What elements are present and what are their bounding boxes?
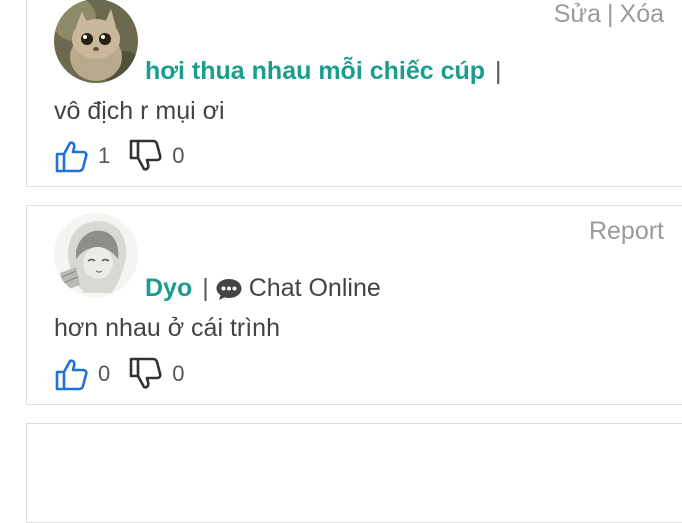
comment-actions: Report [589,217,664,246]
delete-link[interactable]: Xóa [620,0,664,28]
user-name[interactable]: hơi thua nhau mỗi chiếc cúp [145,57,485,86]
thumbs-up-icon [55,359,88,391]
chat-online-link[interactable]: Chat Online [215,274,381,303]
comment-header: Dyo | Chat Online [145,274,381,303]
like-button[interactable] [54,357,88,391]
name-separator: | [202,274,209,302]
chat-bubble-icon [216,278,242,300]
dislike-count: 0 [172,143,185,168]
avatar[interactable] [54,213,138,297]
comment-card [26,423,682,523]
comment-actions: Sửa | Xóa [554,0,664,29]
comment-card: Report Dyo | Chat Online hơn nhau ở cái … [26,205,682,405]
vote-bar: 0 0 [54,357,185,391]
vote-bar: 1 0 [54,139,185,173]
comment-text: hơn nhau ở cái trình [54,314,280,342]
comment-header: hơi thua nhau mỗi chiếc cúp | [145,57,508,86]
plush-toy-avatar-icon [54,0,138,83]
comment-text: vô địch r mụi ơi [54,97,225,125]
name-separator: | [495,57,502,85]
anime-sketch-avatar-icon [54,213,138,297]
like-button[interactable] [54,139,88,173]
actions-separator: | [607,0,614,28]
thumbs-down-icon [129,357,162,389]
thumbs-down-icon [129,139,162,171]
dislike-button[interactable] [128,357,162,391]
like-count: 0 [98,361,111,386]
report-link[interactable]: Report [589,217,664,245]
avatar[interactable] [54,0,138,83]
like-count: 1 [98,143,111,168]
dislike-count: 0 [172,361,185,386]
dislike-button[interactable] [128,139,162,173]
thumbs-up-icon [55,141,88,173]
chat-online-label: Chat Online [248,274,381,302]
user-name[interactable]: Dyo [145,274,192,303]
comment-card: Sửa | Xóa hơi thua nhau mỗi chiếc cúp | vô… [26,0,682,187]
edit-link[interactable]: Sửa [554,0,601,28]
